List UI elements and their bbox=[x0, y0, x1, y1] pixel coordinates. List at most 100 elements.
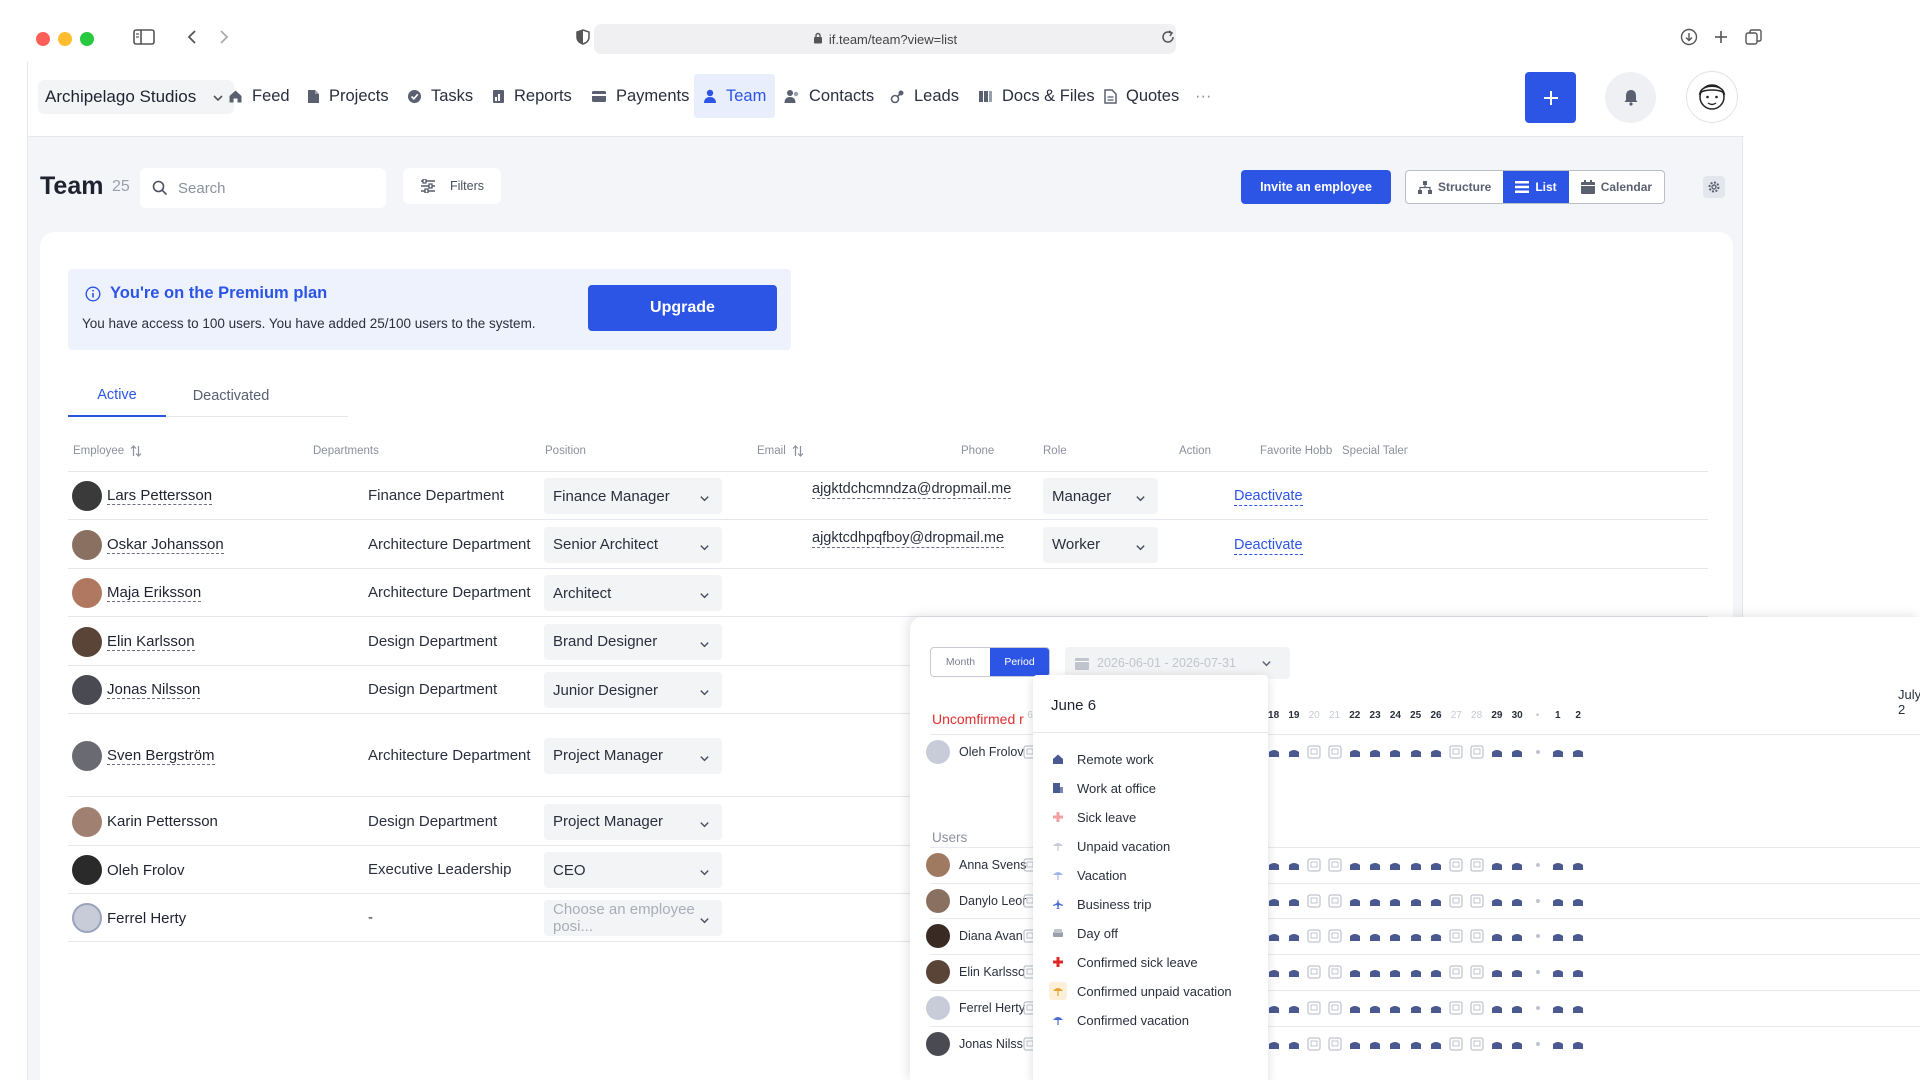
calendar-day-cell[interactable] bbox=[1470, 894, 1484, 908]
calendar-day-cell[interactable] bbox=[1307, 894, 1321, 908]
address-bar[interactable]: if.team/team?view=list bbox=[594, 24, 1176, 54]
close-window-button[interactable] bbox=[36, 32, 50, 46]
deactivate-link[interactable]: Deactivate bbox=[1234, 488, 1303, 506]
calendar-day-cell[interactable] bbox=[1531, 858, 1545, 872]
day-number[interactable]: 27 bbox=[1446, 710, 1466, 721]
day-number[interactable]: 30 bbox=[1507, 710, 1527, 721]
avatar[interactable] bbox=[72, 529, 102, 560]
calendar-day-cell[interactable] bbox=[1531, 929, 1545, 943]
role-select[interactable]: Manager bbox=[1043, 478, 1158, 514]
calendar-day-cell[interactable] bbox=[1409, 858, 1423, 872]
calendar-day-cell[interactable] bbox=[1490, 858, 1504, 872]
user-avatar-button[interactable] bbox=[1686, 71, 1738, 123]
calendar-day-cell[interactable] bbox=[1368, 929, 1382, 943]
calendar-day-cell[interactable] bbox=[1490, 894, 1504, 908]
calendar-day-cell[interactable] bbox=[1490, 745, 1504, 759]
day-number[interactable]: 26 bbox=[1426, 710, 1446, 721]
avatar[interactable] bbox=[72, 740, 102, 771]
calendar-day-cell[interactable] bbox=[1348, 929, 1362, 943]
day-number[interactable]: 1 bbox=[1548, 710, 1568, 721]
mode-month-button[interactable]: Month bbox=[931, 648, 990, 676]
calendar-day-cell[interactable] bbox=[1307, 1001, 1321, 1015]
view-calendar-button[interactable]: Calendar bbox=[1569, 171, 1664, 203]
upgrade-button[interactable]: Upgrade bbox=[588, 285, 777, 331]
avatar[interactable] bbox=[72, 855, 102, 885]
calendar-day-cell[interactable] bbox=[1449, 929, 1463, 943]
calendar-day-cell[interactable] bbox=[1267, 1037, 1281, 1051]
calendar-day-cell[interactable] bbox=[1571, 965, 1585, 979]
calendar-day-cell[interactable] bbox=[1531, 745, 1545, 759]
nav-item-reports[interactable]: Reports bbox=[483, 74, 581, 118]
calendar-day-cell[interactable] bbox=[1510, 929, 1524, 943]
calendar-day-cell[interactable] bbox=[1368, 965, 1382, 979]
create-button[interactable] bbox=[1525, 72, 1576, 123]
day-number[interactable]: 25 bbox=[1406, 710, 1426, 721]
status-option-unpaid-vacation[interactable]: Unpaid vacation bbox=[1049, 837, 1170, 855]
calendar-day-cell[interactable] bbox=[1510, 858, 1524, 872]
email-link[interactable]: ajgktcdhpqfboy@dropmail.me bbox=[812, 530, 1005, 548]
status-option-confirmed-vacation[interactable]: Confirmed vacation bbox=[1049, 1011, 1189, 1029]
calendar-day-cell[interactable] bbox=[1551, 965, 1565, 979]
position-select[interactable]: Brand Designer bbox=[544, 623, 722, 660]
calendar-day-cell[interactable] bbox=[1328, 894, 1342, 908]
avatar[interactable] bbox=[72, 481, 102, 511]
calendar-day-cell[interactable] bbox=[1571, 929, 1585, 943]
calendar-day-cell[interactable] bbox=[1470, 1037, 1484, 1051]
calendar-day-cell[interactable] bbox=[1348, 858, 1362, 872]
notifications-button[interactable] bbox=[1605, 72, 1656, 123]
nav-item-contacts[interactable]: Contacts bbox=[775, 74, 883, 118]
calendar-day-cell[interactable] bbox=[1510, 1001, 1524, 1015]
calendar-day-cell[interactable] bbox=[1531, 1001, 1545, 1015]
sidebar-toggle-icon[interactable] bbox=[133, 25, 155, 49]
employee-name-link[interactable]: Ferrel Herty bbox=[107, 910, 186, 927]
calendar-day-cell[interactable] bbox=[1429, 1037, 1443, 1051]
nav-item-docs-files[interactable]: Docs & Files bbox=[969, 74, 1104, 118]
calendar-day-cell[interactable] bbox=[1429, 1001, 1443, 1015]
calendar-day-cell[interactable] bbox=[1409, 1001, 1423, 1015]
calendar-user-row[interactable]: Jonas Nilss bbox=[926, 1032, 1023, 1056]
calendar-day-cell[interactable] bbox=[1307, 745, 1321, 759]
calendar-day-cell[interactable] bbox=[1267, 1001, 1281, 1015]
avatar[interactable] bbox=[72, 578, 102, 608]
forward-icon[interactable] bbox=[218, 25, 230, 49]
calendar-day-cell[interactable] bbox=[1287, 1037, 1301, 1051]
more-menu-button[interactable]: ··· bbox=[1186, 74, 1220, 118]
calendar-user-row[interactable]: Anna Svens bbox=[926, 853, 1026, 877]
tab-active[interactable]: Active bbox=[68, 375, 166, 417]
nav-item-quotes[interactable]: Quotes bbox=[1095, 74, 1188, 118]
employee-name-link[interactable]: Jonas Nilsson bbox=[107, 681, 201, 699]
calendar-day-cell[interactable] bbox=[1267, 894, 1281, 908]
calendar-day-cell[interactable] bbox=[1388, 745, 1402, 759]
calendar-day-cell[interactable] bbox=[1571, 858, 1585, 872]
nav-item-feed[interactable]: Feed bbox=[219, 74, 299, 118]
tab-deactivated[interactable]: Deactivated bbox=[166, 375, 296, 417]
back-icon[interactable] bbox=[186, 25, 198, 49]
calendar-day-cell[interactable] bbox=[1348, 965, 1362, 979]
calendar-day-cell[interactable] bbox=[1328, 745, 1342, 759]
calendar-day-cell[interactable] bbox=[1470, 745, 1484, 759]
email-link[interactable]: ajgktdchcmndza@dropmail.me bbox=[812, 481, 1012, 499]
status-option-vacation[interactable]: Vacation bbox=[1049, 866, 1127, 884]
nav-item-projects[interactable]: Projects bbox=[298, 74, 398, 118]
calendar-day-cell[interactable] bbox=[1388, 1001, 1402, 1015]
calendar-user-row[interactable]: Danylo Leor bbox=[926, 889, 1026, 913]
calendar-day-cell[interactable] bbox=[1531, 1037, 1545, 1051]
calendar-day-cell[interactable] bbox=[1388, 929, 1402, 943]
calendar-day-cell[interactable] bbox=[1267, 929, 1281, 943]
calendar-day-cell[interactable] bbox=[1551, 858, 1565, 872]
status-option-confirmed-sick-leave[interactable]: Confirmed sick leave bbox=[1049, 953, 1198, 971]
view-list-button[interactable]: List bbox=[1503, 171, 1569, 203]
column-employee[interactable]: Employee bbox=[73, 445, 142, 457]
employee-name-link[interactable]: Oleh Frolov bbox=[107, 862, 185, 879]
position-select[interactable]: Project Manager bbox=[544, 803, 722, 840]
new-tab-icon[interactable] bbox=[1713, 25, 1729, 49]
calendar-day-cell[interactable] bbox=[1307, 929, 1321, 943]
deactivate-link[interactable]: Deactivate bbox=[1234, 537, 1303, 555]
settings-button[interactable] bbox=[1703, 176, 1725, 198]
calendar-day-cell[interactable] bbox=[1551, 745, 1565, 759]
day-number[interactable]: 20 bbox=[1304, 710, 1324, 721]
calendar-day-cell[interactable] bbox=[1571, 745, 1585, 759]
avatar[interactable] bbox=[72, 626, 102, 657]
calendar-day-cell[interactable] bbox=[1348, 1037, 1362, 1051]
position-select[interactable]: Junior Designer bbox=[544, 672, 722, 708]
